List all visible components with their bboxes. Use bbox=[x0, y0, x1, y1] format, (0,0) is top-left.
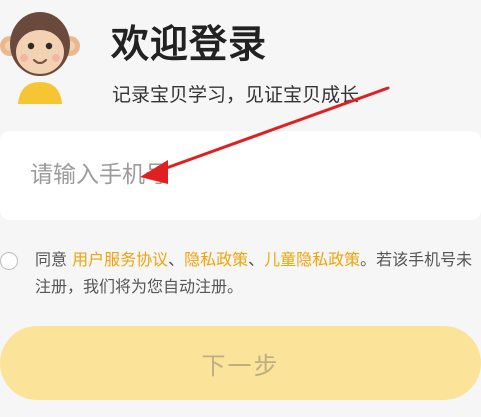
child-privacy-policy-link[interactable]: 儿童隐私政策 bbox=[264, 250, 360, 269]
agreement-separator: 、 bbox=[168, 250, 185, 269]
agreement-prefix: 同意 bbox=[35, 250, 73, 269]
agreement-checkbox[interactable] bbox=[0, 252, 18, 270]
agreement-text: 同意 用户服务协议、隐私政策、儿童隐私政策。若该手机号未注册，我们将为您自动注册… bbox=[35, 246, 475, 300]
privacy-policy-link[interactable]: 隐私政策 bbox=[184, 250, 248, 269]
phone-input-card bbox=[0, 131, 481, 220]
monkey-mascot-icon bbox=[0, 12, 80, 104]
user-service-agreement-link[interactable]: 用户服务协议 bbox=[72, 250, 168, 269]
agreement-separator: 、 bbox=[248, 250, 265, 269]
page-subtitle: 记录宝贝学习，见证宝贝成长 bbox=[112, 84, 360, 106]
phone-number-input[interactable] bbox=[30, 155, 460, 195]
page-title: 欢迎登录 bbox=[111, 22, 268, 66]
next-step-button[interactable]: 下一步 bbox=[0, 326, 481, 400]
